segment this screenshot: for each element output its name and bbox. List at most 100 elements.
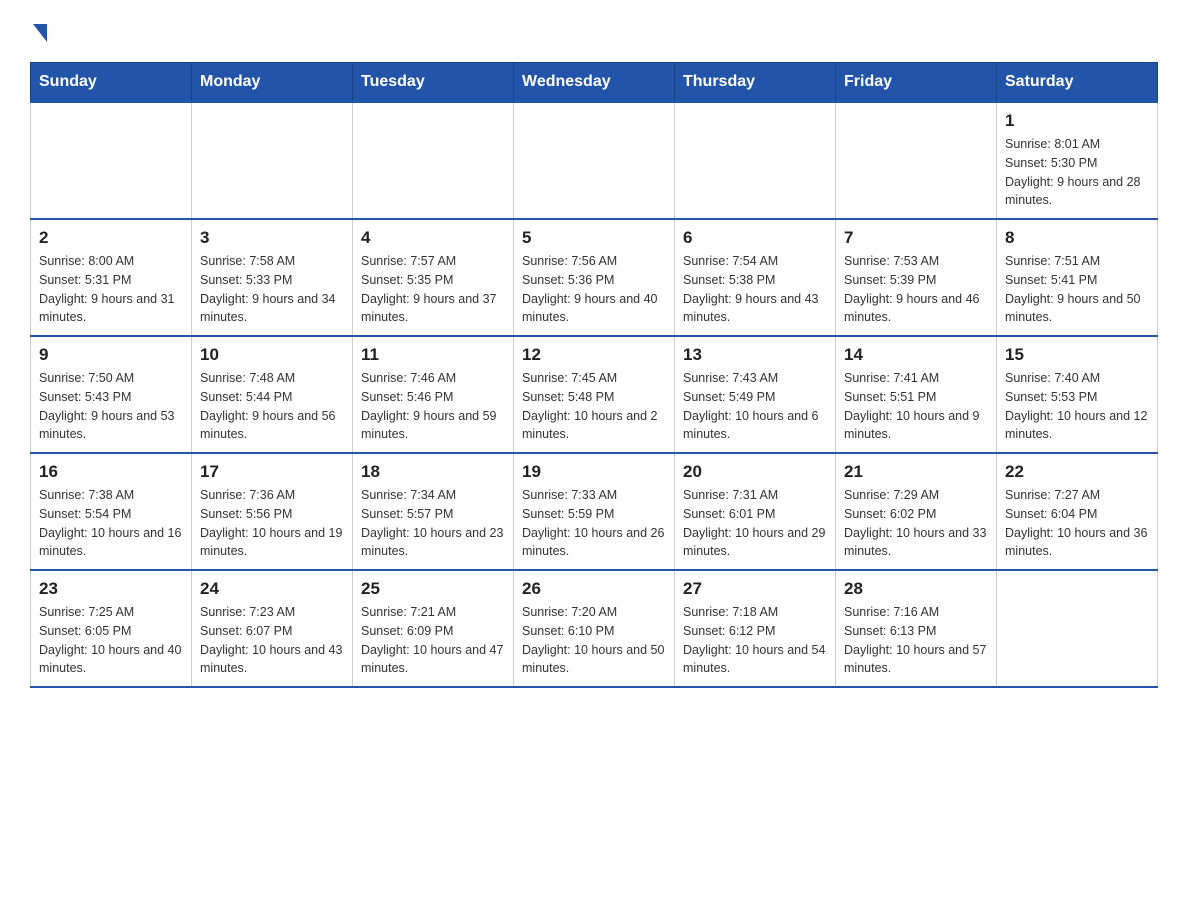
logo — [30, 20, 47, 42]
calendar-day-cell — [514, 102, 675, 219]
day-number: 6 — [683, 228, 827, 248]
calendar-day-cell: 9 Sunrise: 7:50 AM Sunset: 5:43 PM Daylig… — [31, 336, 192, 453]
day-number: 22 — [1005, 462, 1149, 482]
calendar-week-row: 1Sunrise: 8:01 AM Sunset: 5:30 PM Daylig… — [31, 102, 1158, 219]
day-info: Sunrise: 7:25 AM Sunset: 6:05 PM Dayligh… — [39, 603, 183, 678]
calendar-header-saturday: Saturday — [997, 63, 1158, 103]
day-info: Sunrise: 7:43 AM Sunset: 5:49 PM Dayligh… — [683, 369, 827, 444]
day-number: 5 — [522, 228, 666, 248]
day-info: Sunrise: 7:45 AM Sunset: 5:48 PM Dayligh… — [522, 369, 666, 444]
calendar-week-row: 23 Sunrise: 7:25 AM Sunset: 6:05 PM Dayli… — [31, 570, 1158, 687]
day-info: Sunrise: 7:34 AM Sunset: 5:57 PM Dayligh… — [361, 486, 505, 561]
day-info: Sunrise: 7:46 AM Sunset: 5:46 PM Dayligh… — [361, 369, 505, 444]
logo-triangle-icon — [33, 24, 47, 42]
calendar-day-cell — [836, 102, 997, 219]
calendar-header-thursday: Thursday — [675, 63, 836, 103]
day-number: 13 — [683, 345, 827, 365]
calendar-header-row: SundayMondayTuesdayWednesdayThursdayFrid… — [31, 63, 1158, 103]
day-number: 14 — [844, 345, 988, 365]
day-info: Sunrise: 7:50 AM Sunset: 5:43 PM Dayligh… — [39, 369, 183, 444]
day-number: 2 — [39, 228, 183, 248]
calendar-day-cell: 20 Sunrise: 7:31 AM Sunset: 6:01 PM Dayli… — [675, 453, 836, 570]
calendar-day-cell: 15 Sunrise: 7:40 AM Sunset: 5:53 PM Dayli… — [997, 336, 1158, 453]
calendar-day-cell: 13 Sunrise: 7:43 AM Sunset: 5:49 PM Dayli… — [675, 336, 836, 453]
calendar-header-monday: Monday — [192, 63, 353, 103]
day-info: Sunrise: 7:27 AM Sunset: 6:04 PM Dayligh… — [1005, 486, 1149, 561]
calendar-day-cell: 26 Sunrise: 7:20 AM Sunset: 6:10 PM Dayli… — [514, 570, 675, 687]
day-info: Sunrise: 7:40 AM Sunset: 5:53 PM Dayligh… — [1005, 369, 1149, 444]
day-number: 19 — [522, 462, 666, 482]
calendar-day-cell: 2 Sunrise: 8:00 AM Sunset: 5:31 PM Daylig… — [31, 219, 192, 336]
day-number: 9 — [39, 345, 183, 365]
day-number: 26 — [522, 579, 666, 599]
calendar-day-cell: 27 Sunrise: 7:18 AM Sunset: 6:12 PM Dayli… — [675, 570, 836, 687]
day-number: 25 — [361, 579, 505, 599]
calendar-day-cell: 16 Sunrise: 7:38 AM Sunset: 5:54 PM Dayli… — [31, 453, 192, 570]
day-info: Sunrise: 7:53 AM Sunset: 5:39 PM Dayligh… — [844, 252, 988, 327]
calendar-day-cell: 17 Sunrise: 7:36 AM Sunset: 5:56 PM Dayli… — [192, 453, 353, 570]
day-info: Sunrise: 7:58 AM Sunset: 5:33 PM Dayligh… — [200, 252, 344, 327]
calendar-day-cell: 10 Sunrise: 7:48 AM Sunset: 5:44 PM Dayli… — [192, 336, 353, 453]
calendar-week-row: 16 Sunrise: 7:38 AM Sunset: 5:54 PM Dayli… — [31, 453, 1158, 570]
day-info: Sunrise: 7:29 AM Sunset: 6:02 PM Dayligh… — [844, 486, 988, 561]
day-info: Sunrise: 7:41 AM Sunset: 5:51 PM Dayligh… — [844, 369, 988, 444]
day-number: 16 — [39, 462, 183, 482]
day-info: Sunrise: 7:20 AM Sunset: 6:10 PM Dayligh… — [522, 603, 666, 678]
calendar-header-friday: Friday — [836, 63, 997, 103]
calendar-day-cell — [192, 102, 353, 219]
day-number: 3 — [200, 228, 344, 248]
day-number: 24 — [200, 579, 344, 599]
day-number: 27 — [683, 579, 827, 599]
day-number: 21 — [844, 462, 988, 482]
calendar-day-cell: 3 Sunrise: 7:58 AM Sunset: 5:33 PM Daylig… — [192, 219, 353, 336]
calendar-day-cell: 28 Sunrise: 7:16 AM Sunset: 6:13 PM Dayli… — [836, 570, 997, 687]
calendar-day-cell: 1Sunrise: 8:01 AM Sunset: 5:30 PM Daylig… — [997, 102, 1158, 219]
day-info: Sunrise: 8:01 AM Sunset: 5:30 PM Dayligh… — [1005, 135, 1149, 210]
calendar-day-cell: 18 Sunrise: 7:34 AM Sunset: 5:57 PM Dayli… — [353, 453, 514, 570]
calendar-day-cell — [353, 102, 514, 219]
calendar-day-cell: 11 Sunrise: 7:46 AM Sunset: 5:46 PM Dayli… — [353, 336, 514, 453]
day-info: Sunrise: 7:57 AM Sunset: 5:35 PM Dayligh… — [361, 252, 505, 327]
day-number: 11 — [361, 345, 505, 365]
day-number: 18 — [361, 462, 505, 482]
page-header — [30, 20, 1158, 42]
day-info: Sunrise: 7:31 AM Sunset: 6:01 PM Dayligh… — [683, 486, 827, 561]
day-number: 15 — [1005, 345, 1149, 365]
day-info: Sunrise: 7:48 AM Sunset: 5:44 PM Dayligh… — [200, 369, 344, 444]
calendar-day-cell: 8Sunrise: 7:51 AM Sunset: 5:41 PM Daylig… — [997, 219, 1158, 336]
calendar-day-cell: 22 Sunrise: 7:27 AM Sunset: 6:04 PM Dayli… — [997, 453, 1158, 570]
calendar-week-row: 2 Sunrise: 8:00 AM Sunset: 5:31 PM Daylig… — [31, 219, 1158, 336]
calendar-day-cell: 6 Sunrise: 7:54 AM Sunset: 5:38 PM Daylig… — [675, 219, 836, 336]
day-number: 10 — [200, 345, 344, 365]
day-info: Sunrise: 7:18 AM Sunset: 6:12 PM Dayligh… — [683, 603, 827, 678]
calendar-day-cell: 12 Sunrise: 7:45 AM Sunset: 5:48 PM Dayli… — [514, 336, 675, 453]
day-info: Sunrise: 7:21 AM Sunset: 6:09 PM Dayligh… — [361, 603, 505, 678]
day-info: Sunrise: 7:23 AM Sunset: 6:07 PM Dayligh… — [200, 603, 344, 678]
day-number: 12 — [522, 345, 666, 365]
calendar-header-tuesday: Tuesday — [353, 63, 514, 103]
calendar-table: SundayMondayTuesdayWednesdayThursdayFrid… — [30, 62, 1158, 688]
day-info: Sunrise: 7:16 AM Sunset: 6:13 PM Dayligh… — [844, 603, 988, 678]
day-info: Sunrise: 7:38 AM Sunset: 5:54 PM Dayligh… — [39, 486, 183, 561]
day-info: Sunrise: 7:54 AM Sunset: 5:38 PM Dayligh… — [683, 252, 827, 327]
day-info: Sunrise: 7:56 AM Sunset: 5:36 PM Dayligh… — [522, 252, 666, 327]
day-number: 23 — [39, 579, 183, 599]
calendar-day-cell: 25 Sunrise: 7:21 AM Sunset: 6:09 PM Dayli… — [353, 570, 514, 687]
calendar-week-row: 9 Sunrise: 7:50 AM Sunset: 5:43 PM Daylig… — [31, 336, 1158, 453]
day-info: Sunrise: 8:00 AM Sunset: 5:31 PM Dayligh… — [39, 252, 183, 327]
calendar-day-cell — [31, 102, 192, 219]
day-number: 17 — [200, 462, 344, 482]
day-number: 20 — [683, 462, 827, 482]
day-info: Sunrise: 7:36 AM Sunset: 5:56 PM Dayligh… — [200, 486, 344, 561]
calendar-day-cell: 7Sunrise: 7:53 AM Sunset: 5:39 PM Daylig… — [836, 219, 997, 336]
calendar-header-wednesday: Wednesday — [514, 63, 675, 103]
calendar-day-cell: 14 Sunrise: 7:41 AM Sunset: 5:51 PM Dayli… — [836, 336, 997, 453]
calendar-day-cell — [675, 102, 836, 219]
calendar-day-cell: 5 Sunrise: 7:56 AM Sunset: 5:36 PM Daylig… — [514, 219, 675, 336]
calendar-day-cell: 24 Sunrise: 7:23 AM Sunset: 6:07 PM Dayli… — [192, 570, 353, 687]
calendar-header-sunday: Sunday — [31, 63, 192, 103]
day-number: 4 — [361, 228, 505, 248]
calendar-day-cell: 23 Sunrise: 7:25 AM Sunset: 6:05 PM Dayli… — [31, 570, 192, 687]
day-number: 28 — [844, 579, 988, 599]
calendar-day-cell: 21 Sunrise: 7:29 AM Sunset: 6:02 PM Dayli… — [836, 453, 997, 570]
